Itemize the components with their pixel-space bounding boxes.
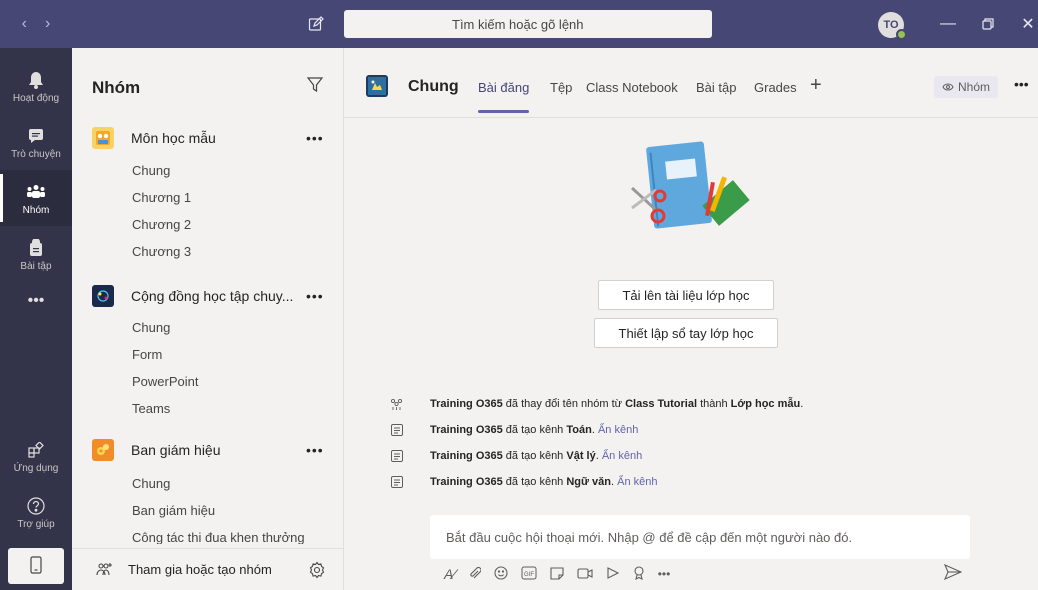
emoji-icon[interactable]	[494, 565, 508, 583]
attach-icon[interactable]	[469, 566, 482, 583]
channel-item[interactable]: Chương 2	[132, 217, 191, 232]
welcome-illustration	[622, 138, 752, 250]
activity-item: Training O365 đã tạo kênh Vật lý. Ẩn kên…	[390, 445, 642, 467]
channel-team-logo-icon	[366, 75, 388, 97]
activity-item: Training O365 đã tạo kênh Ngữ văn. Ẩn kê…	[390, 471, 658, 493]
new-chat-icon[interactable]	[304, 12, 328, 36]
channel-created-icon	[390, 423, 404, 437]
tab-assignments[interactable]: Bài tập	[696, 80, 736, 95]
eye-icon	[942, 82, 954, 92]
team-logo-icon	[92, 127, 114, 149]
apps-icon	[28, 439, 44, 461]
meet-now-icon[interactable]	[577, 566, 593, 583]
close-icon[interactable]: ✕	[1016, 12, 1038, 36]
channel-title: Chung	[408, 78, 459, 95]
chat-icon	[28, 125, 44, 147]
compose-toolbar: A∕ GIF •••	[444, 563, 670, 585]
mobile-icon	[30, 554, 42, 576]
setup-class-notebook-button[interactable]: Thiết lập sổ tay lớp học	[594, 318, 778, 348]
team-info-button[interactable]: Nhóm	[934, 76, 999, 98]
team-name: Môn học mẫu	[131, 130, 216, 146]
tab-posts[interactable]: Bài đăng	[478, 80, 530, 113]
channel-header: Chung Bài đăng Tệp Class Notebook Bài tậ…	[344, 48, 1038, 118]
channel-item[interactable]: PowerPoint	[132, 374, 198, 389]
rail-item-device[interactable]	[8, 548, 64, 584]
channel-item[interactable]: Chung	[132, 163, 170, 178]
assignments-icon	[28, 237, 44, 259]
add-tab-plus-icon[interactable]: +	[810, 74, 822, 97]
team-more-icon[interactable]: •••	[306, 442, 324, 458]
rail-item-help[interactable]: Trợ giúp	[0, 484, 72, 540]
team-name: Ban giám hiệu	[131, 442, 221, 458]
maximize-icon[interactable]	[976, 12, 1000, 36]
hide-channel-link[interactable]: Ẩn kênh	[602, 450, 642, 462]
send-icon[interactable]	[943, 563, 963, 583]
hide-channel-link[interactable]: Ẩn kênh	[598, 424, 638, 436]
panel-title: Nhóm	[92, 78, 141, 97]
avatar[interactable]: TO	[878, 12, 907, 40]
channel-item[interactable]: Chương 3	[132, 244, 191, 259]
team-row[interactable]: Cộng đồng học tập chuy... •••	[92, 282, 342, 310]
team-rename-icon	[390, 397, 404, 411]
team-row[interactable]: Ban giám hiệu •••	[92, 436, 342, 464]
team-more-icon[interactable]: •••	[306, 130, 324, 146]
rail-item-teams[interactable]: Nhóm	[0, 170, 72, 226]
rail-item-chat[interactable]: Trò chuyện	[0, 114, 72, 170]
forward-arrow-icon[interactable]: ›	[45, 15, 50, 33]
filter-icon[interactable]	[306, 76, 326, 96]
activity-item: Training O365 đã tạo kênh Toán. Ẩn kênh	[390, 419, 638, 441]
tab-class-notebook[interactable]: Class Notebook	[586, 80, 678, 95]
gif-icon[interactable]: GIF	[521, 566, 537, 583]
hide-channel-link[interactable]: Ẩn kênh	[617, 476, 657, 488]
new-conversation-input[interactable]: Bắt đầu cuộc hội thoại mới. Nhập @ để đề…	[430, 515, 970, 559]
join-create-team[interactable]: Tham gia hoặc tạo nhóm	[72, 548, 344, 590]
rail-item-apps[interactable]: Ứng dụng	[0, 428, 72, 484]
team-logo-icon	[92, 439, 114, 461]
channel-more-icon[interactable]: •••	[1014, 76, 1029, 92]
teams-list-panel: Nhóm Môn học mẫu ••• Chung Chương 1 Chươ…	[72, 48, 344, 590]
channel-created-icon	[390, 475, 404, 489]
tab-grades[interactable]: Grades	[754, 80, 797, 95]
title-bar: ‹ › Tìm kiếm hoặc gõ lệnh TO — ✕	[0, 0, 1038, 48]
channel-item[interactable]: Teams	[132, 401, 170, 416]
presence-available-icon	[896, 29, 907, 40]
team-logo-icon	[92, 285, 114, 307]
team-more-icon[interactable]: •••	[306, 288, 324, 304]
channel-view: Chung Bài đăng Tệp Class Notebook Bài tậ…	[344, 48, 1038, 590]
app-bar: Hoạt động Trò chuyện Nhóm Bài tập ••• Ứn…	[0, 48, 72, 590]
channel-item[interactable]: Công tác thi đua khen thưởng	[132, 530, 305, 544]
rail-item-activity[interactable]: Hoạt động	[0, 58, 72, 114]
format-icon[interactable]: A∕	[444, 566, 456, 582]
praise-icon[interactable]	[633, 565, 645, 583]
svg-text:GIF: GIF	[524, 572, 534, 578]
teams-icon	[26, 181, 46, 203]
more-icon: •••	[27, 292, 45, 309]
channel-item[interactable]: Chung	[132, 320, 170, 335]
help-icon	[27, 495, 45, 517]
history-nav: ‹ ›	[0, 15, 72, 33]
upload-class-materials-button[interactable]: Tải lên tài liệu lớp học	[598, 280, 774, 310]
join-create-label: Tham gia hoặc tạo nhóm	[128, 562, 272, 577]
rail-more-apps[interactable]: •••	[0, 274, 72, 330]
channel-created-icon	[390, 449, 404, 463]
compose-more-icon[interactable]: •••	[658, 567, 671, 581]
settings-gear-icon[interactable]	[308, 561, 326, 579]
add-people-icon	[96, 562, 114, 578]
channel-item[interactable]: Form	[132, 347, 162, 362]
channel-item[interactable]: Chương 1	[132, 190, 191, 205]
team-row[interactable]: Môn học mẫu •••	[92, 124, 342, 152]
tab-files[interactable]: Tệp	[550, 80, 572, 95]
minimize-icon[interactable]: —	[936, 12, 960, 36]
channel-item[interactable]: Ban giám hiệu	[132, 503, 215, 518]
bell-icon	[28, 69, 44, 91]
avatar-initials: TO	[883, 19, 899, 31]
channel-item[interactable]: Chung	[132, 476, 170, 491]
activity-item: Training O365 đã thay đổi tên nhóm từ Cl…	[390, 393, 803, 415]
search-input[interactable]: Tìm kiếm hoặc gõ lệnh	[344, 10, 712, 38]
stream-icon[interactable]	[606, 566, 620, 583]
sticker-icon[interactable]	[550, 566, 564, 583]
team-name: Cộng đồng học tập chuy...	[131, 288, 294, 304]
back-arrow-icon[interactable]: ‹	[22, 15, 27, 33]
